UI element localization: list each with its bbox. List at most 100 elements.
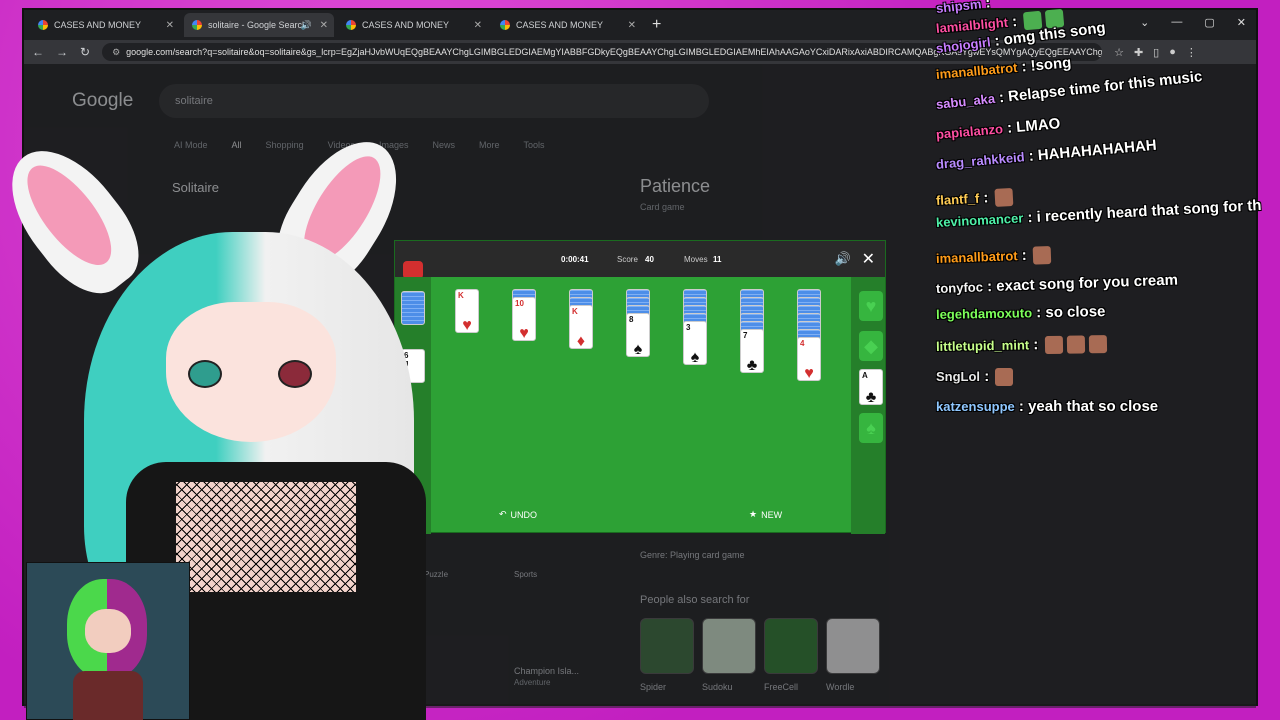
chat-emote-icon [1066,335,1085,354]
chat-separator: : [1014,398,1029,415]
chat-username[interactable]: legehdamoxuto [936,305,1032,322]
secondary-body [73,671,143,720]
chat-text: i recently heard that song for th [1036,196,1262,226]
vtuber-avatar-secondary [26,562,190,720]
back-icon[interactable]: ← [32,45,44,59]
chat-username[interactable]: drag_rahkkeid [935,149,1025,172]
chrome-favicon-icon [500,20,510,30]
chat-username[interactable]: flantf_f [936,191,980,208]
chat-emote-icon [1044,335,1063,355]
chat-emote-icon [1088,335,1107,354]
new-label: NEW [761,509,783,520]
tab-tools[interactable]: Tools [524,140,545,150]
forward-icon[interactable]: → [56,45,68,59]
related-sudoku[interactable]: Sudoku [702,682,756,692]
card-rank: K [572,307,578,316]
freecell-thumbnail[interactable] [764,618,818,674]
card-suit: ♣ [746,357,758,374]
card-suit: ♥ [519,325,529,342]
chat-username[interactable]: kevinomancer [936,210,1024,230]
chat-text: so close [1045,303,1106,322]
chat-separator: : [1007,12,1022,31]
chat-separator: : [1031,304,1046,322]
foundation-diamonds[interactable]: ◆ [859,331,883,361]
speaker-icon[interactable]: 🔊 [301,20,312,31]
close-icon[interactable]: ✕ [166,20,174,31]
patience-heading: Patience [640,176,711,196]
volume-icon[interactable]: 🔊 [835,251,851,267]
close-icon[interactable]: ✕ [320,20,328,31]
new-tab-button[interactable]: + [652,16,661,34]
chat-username[interactable]: sabu_aka [935,91,996,112]
avatar-eye-right [278,360,312,388]
ear-inner [12,152,126,278]
tab-cases-and-money-2[interactable]: CASES AND MONEY ✕ [338,13,488,37]
sudoku-thumbnail[interactable] [702,618,756,674]
foundation-clubs-ace[interactable]: A ♣ [859,369,883,406]
chat-message: imanallbatrot : !song [935,54,1072,83]
tableau-card[interactable]: 7 ♣ [740,329,764,374]
chat-username[interactable]: katzensuppe [936,399,1015,414]
card-suit: ♥ [804,365,814,382]
champion-island-label[interactable]: Champion Isla... [514,666,579,676]
chat-text: LMAO [1015,115,1061,136]
stream-background: ❀ ❀ CASES AND MONEY✕ solitaire - Google … [0,0,1280,720]
avatar-eye-left [188,360,222,388]
tab-label: CASES AND MONEY [362,20,450,30]
chat-emote-icon [995,368,1014,387]
card-rank: 8 [629,315,634,324]
related-spider[interactable]: Spider [640,682,694,692]
tab-label: CASES AND MONEY [54,20,142,30]
chat-username[interactable]: SngLol [936,369,980,384]
score-value: 40 [645,255,654,264]
chat-username[interactable]: tonyfoc [936,279,983,296]
chat-message: SngLol : [936,368,1015,387]
tableau-card[interactable]: 3 ♠ [683,321,707,366]
chat-text: HAHAHAHAHAH [1037,136,1158,165]
card-rank: 7 [743,331,748,340]
site-info-icon[interactable]: ⚙ [112,47,120,58]
chat-username[interactable]: littletupid_mint [936,337,1029,354]
new-game-button[interactable]: ★ NEW [749,509,782,520]
chat-separator: : [1029,336,1043,354]
close-game-icon[interactable]: ✕ [862,249,875,269]
chat-text: yeah that so close [1028,398,1159,415]
moves-label: Moves [684,255,708,264]
google-logo[interactable]: Google [72,90,133,112]
tab-label: solitaire - Google Search [208,20,308,30]
tab-cases-and-money-3[interactable]: CASES AND MONEY ✕ [492,13,642,37]
foundation-spades[interactable]: ♠ [859,413,883,443]
chat-message: flantf_f : [936,188,1016,210]
close-icon[interactable]: ✕ [474,20,482,31]
chat-message: tonyfoc : exact song for you cream [936,272,1178,297]
close-icon[interactable]: ✕ [628,20,636,31]
chat-message: legehdamoxuto : so close [936,303,1106,323]
foundation-hearts[interactable]: ♥ [859,291,883,321]
chat-emote-icon [1032,246,1052,265]
genre-text: Genre: Playing card game [640,550,745,560]
tableau-card[interactable]: 4 ♥ [797,337,821,382]
reload-icon[interactable]: ↻ [80,45,90,59]
related-freecell[interactable]: FreeCell [764,682,818,692]
tab-solitaire-search[interactable]: solitaire - Google Search 🔊 ✕ [184,13,334,37]
tableau-card[interactable]: K ♦ [569,305,593,350]
chat-message: littletupid_mint : [936,335,1109,356]
chat-username[interactable]: shojogirl [935,34,991,56]
chat-username[interactable]: imanallbatrot [936,248,1018,266]
google-favicon-icon [192,20,202,30]
chat-username[interactable]: imanallbatrot [935,60,1018,82]
related-wordle[interactable]: Wordle [826,682,880,692]
chat-username[interactable]: papialanzo [935,121,1003,142]
chrome-favicon-icon [346,20,356,30]
chat-separator: : [980,0,992,13]
timer: 0:00:41 [561,255,589,264]
card-suit: ♠ [690,349,700,366]
tab-cases-and-money-1[interactable]: CASES AND MONEY ✕ [30,13,180,37]
spider-thumbnail[interactable] [640,618,694,674]
tableau-card[interactable]: 8 ♠ [626,313,650,358]
card-rank: 3 [686,323,691,332]
search-input[interactable]: solitaire [159,84,709,118]
chat-username[interactable]: shipsm [935,0,982,16]
wordle-thumbnail[interactable] [826,618,880,674]
card-rank: 4 [800,339,805,348]
